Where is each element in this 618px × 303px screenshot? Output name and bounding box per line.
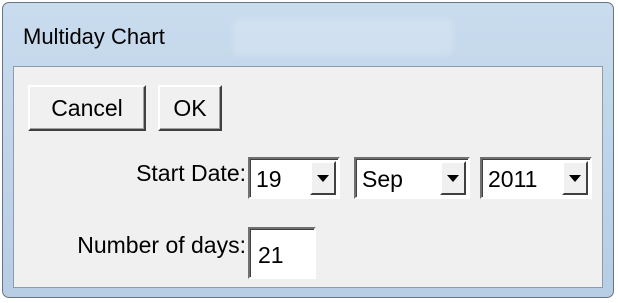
number-of-days-value: 21 (258, 242, 284, 268)
start-year-dropdown-button[interactable] (562, 161, 588, 195)
start-month-dropdown-button[interactable] (440, 161, 466, 195)
multiday-chart-dialog: Multiday Chart Cancel OK Start Date: 19 … (2, 2, 614, 298)
start-day-select[interactable]: 19 (248, 157, 340, 199)
cancel-button[interactable]: Cancel (28, 85, 146, 131)
start-day-dropdown-button[interactable] (310, 161, 336, 195)
number-of-days-input[interactable]: 21 (248, 227, 316, 279)
ok-button[interactable]: OK (158, 85, 222, 131)
window-title: Multiday Chart (23, 24, 165, 49)
chevron-down-icon (569, 174, 581, 182)
start-date-label: Start Date: (136, 160, 246, 186)
start-year-value: 2011 (488, 166, 538, 192)
start-day-value: 19 (256, 166, 282, 192)
title-bar[interactable]: Multiday Chart (3, 3, 613, 63)
start-month-value: Sep (362, 166, 403, 192)
start-month-select[interactable]: Sep (354, 157, 470, 199)
chevron-down-icon (447, 174, 459, 182)
chevron-down-icon (317, 174, 329, 182)
number-of-days-label: Number of days: (77, 232, 246, 258)
dialog-client-area: Cancel OK Start Date: 19 Sep 2011 Number… (13, 66, 603, 288)
title-bar-background-blur (233, 19, 453, 55)
start-year-select[interactable]: 2011 (480, 157, 592, 199)
